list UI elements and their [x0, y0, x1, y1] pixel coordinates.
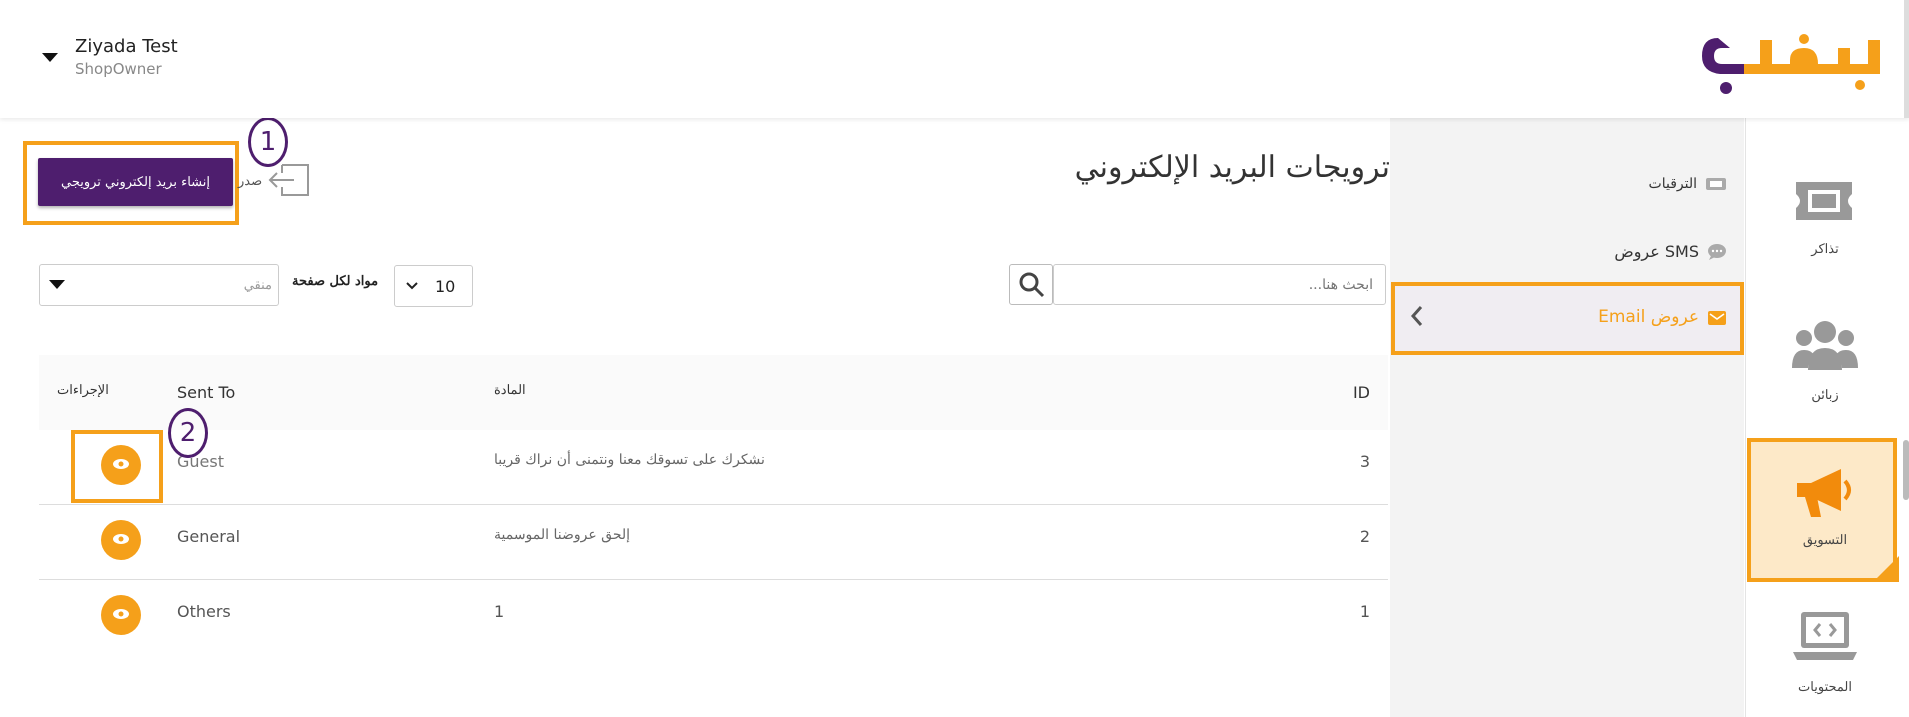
scrollbar[interactable] — [1904, 0, 1909, 118]
user-name[interactable]: Ziyada Test — [75, 36, 178, 57]
envelope-icon — [1708, 311, 1726, 325]
view-button[interactable] — [101, 520, 141, 560]
eye-icon — [113, 608, 129, 619]
search-icon — [1019, 272, 1045, 298]
cell-subject: 1 — [494, 602, 505, 621]
per-page-value: 10 — [435, 277, 456, 296]
column-header-subject[interactable]: المادة — [494, 383, 526, 398]
cell-id: 3 — [1359, 452, 1370, 471]
users-icon — [1792, 321, 1858, 370]
nav-item-label: التسويق — [1802, 533, 1848, 548]
highlight-outline — [71, 430, 163, 503]
cell-id: 1 — [1359, 602, 1370, 621]
column-header-id[interactable]: ID — [1353, 383, 1370, 402]
table-row[interactable]: 3 نشكرك على تسوقك معنا ونتمنى أن نراك قر… — [39, 430, 1388, 505]
eye-icon — [113, 533, 129, 544]
cell-subject: إلحق عروضنا الموسمية — [494, 527, 631, 543]
page-title: ترويجات البريد الإلكتروني — [1074, 150, 1390, 185]
subnav-item-label: Email عروض — [1598, 307, 1699, 327]
subnav-item-label: الترقيات — [1648, 176, 1697, 192]
subnav-item-email[interactable]: Email عروض — [1598, 307, 1727, 327]
marketing-subnav — [1390, 118, 1744, 717]
user-role: ShopOwner — [75, 60, 162, 78]
subnav-item-promotions[interactable]: الترقيات — [1649, 176, 1727, 192]
cell-sent-to: General — [177, 527, 241, 546]
subnav-item-label: عروض SMS — [1614, 242, 1699, 261]
cell-sent-to: Others — [177, 602, 231, 621]
per-page-select[interactable]: 10 — [394, 265, 473, 307]
table-row[interactable]: 1 1 Others — [39, 580, 1388, 655]
export-icon[interactable] — [268, 163, 310, 197]
top-header: Ziyada Test ShopOwner — [0, 0, 1909, 118]
laptop-code-icon — [1793, 612, 1857, 660]
chevron-down-icon — [406, 282, 418, 290]
search-button[interactable] — [1009, 264, 1053, 305]
nav-item-label: تذاكر — [1811, 242, 1839, 257]
app-logo[interactable] — [1700, 30, 1885, 98]
scrollbar[interactable] — [1903, 440, 1909, 500]
export-label[interactable]: صدر — [238, 174, 262, 189]
caret-down-icon — [49, 280, 65, 289]
chat-icon — [1708, 243, 1726, 260]
table-row[interactable]: 2 إلحق عروضنا الموسمية General — [39, 505, 1388, 580]
view-button[interactable] — [101, 595, 141, 635]
ticket-icon — [1706, 178, 1726, 190]
nav-item-label: زبائن — [1811, 388, 1839, 403]
nav-item-label: المحتويات — [1798, 680, 1852, 695]
ticket-icon — [1796, 182, 1852, 220]
table-header: ID المادة Sent To الإجراءات — [39, 355, 1388, 433]
per-page-label: مواد لكل صفحة — [292, 274, 379, 289]
column-header-actions: الإجراءات — [57, 383, 109, 398]
cell-subject: نشكرك على تسوقك معنا ونتمنى أن نراك قريب… — [494, 452, 765, 468]
annotation-marker: 2 — [168, 408, 208, 458]
active-corner-marker — [1873, 556, 1899, 582]
subnav-item-sms[interactable]: عروض SMS — [1614, 242, 1727, 261]
annotation-marker: 1 — [248, 117, 288, 167]
filter-select[interactable]: منقي — [39, 264, 279, 306]
filter-placeholder: منقي — [243, 278, 272, 293]
cell-id: 2 — [1359, 527, 1370, 546]
column-header-sent-to[interactable]: Sent To — [177, 383, 235, 402]
search-input[interactable] — [1053, 264, 1386, 305]
user-menu-caret-icon[interactable] — [42, 53, 58, 62]
chevron-left-icon[interactable] — [1410, 305, 1424, 327]
create-promo-email-button[interactable]: إنشاء بريد إلكتروني ترويجي — [38, 158, 233, 206]
megaphone-icon — [1797, 469, 1851, 517]
